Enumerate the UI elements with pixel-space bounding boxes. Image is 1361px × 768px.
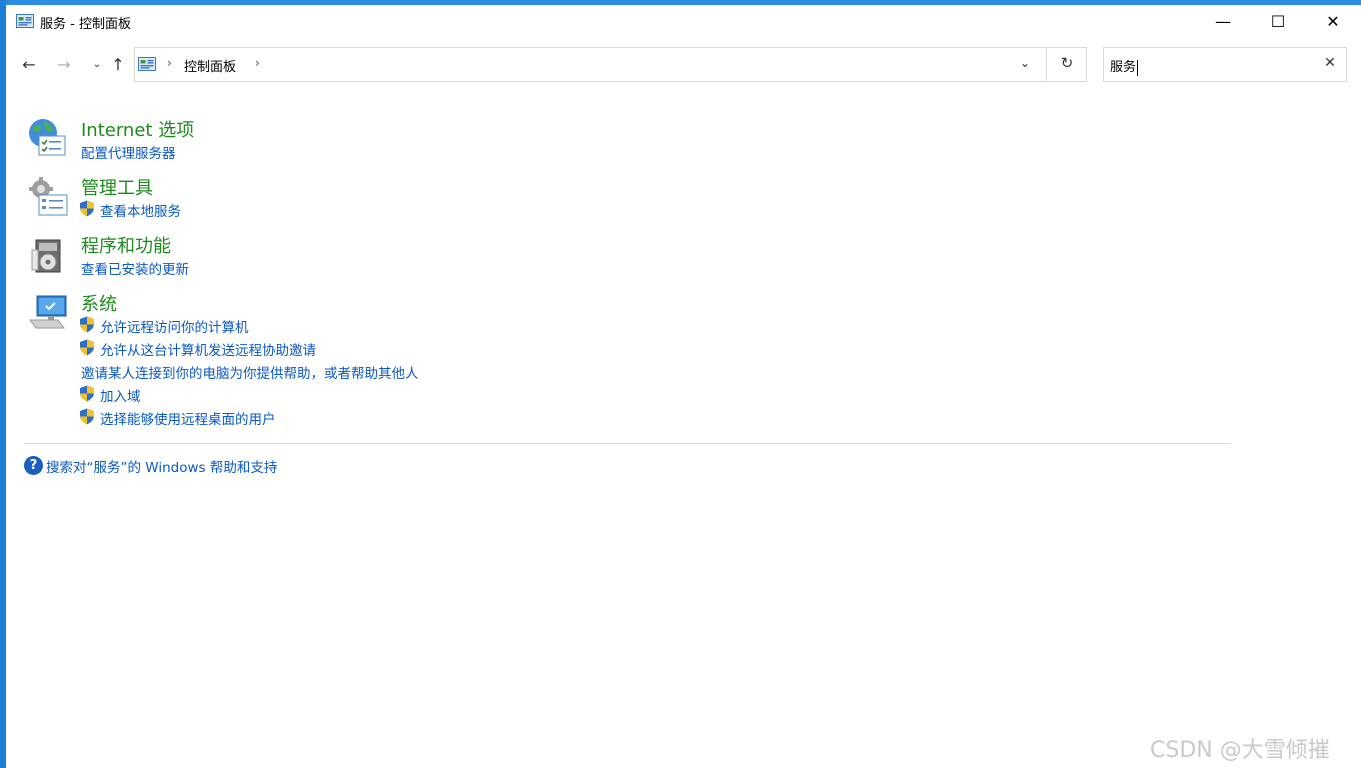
breadcrumb-separator-icon[interactable]: › — [167, 56, 172, 70]
control-panel-icon — [16, 14, 34, 28]
chevron-down-icon: ⌄ — [92, 58, 102, 70]
link-allow-remote-access[interactable]: 允许远程访问你的计算机 — [100, 316, 249, 336]
link-invite-someone-help[interactable]: 邀请某人连接到你的电脑为你提供帮助，或者帮助其他人 — [81, 362, 419, 382]
address-bar[interactable]: › 控制面板 › ⌄ ↻ — [134, 47, 1087, 82]
control-panel-icon — [138, 57, 156, 71]
forward-arrow-icon: → — [57, 54, 71, 74]
up-arrow-icon: ↑ — [111, 54, 125, 74]
text-caret — [1137, 59, 1139, 76]
recent-locations-button[interactable]: ⌄ — [86, 53, 108, 75]
refresh-button[interactable]: ↻ — [1055, 54, 1079, 74]
back-button[interactable]: ← — [18, 53, 40, 75]
window-frame-left — [0, 0, 6, 768]
link-send-remote-assistance[interactable]: 允许从这台计算机发送远程协助邀请 — [100, 339, 316, 359]
uac-shield-icon — [80, 200, 94, 217]
category-title-admin-tools[interactable]: 管理工具 — [81, 174, 153, 200]
link-windows-help-support[interactable]: 搜索对“服务”的 Windows 帮助和支持 — [46, 456, 277, 476]
breadcrumb-control-panel[interactable]: 控制面板 — [184, 56, 236, 75]
watermark: CSDN @大雪倾摧 — [1150, 738, 1330, 763]
link-configure-proxy[interactable]: 配置代理服务器 — [81, 142, 176, 162]
search-value[interactable]: 服务 — [1110, 56, 1139, 76]
link-view-local-services[interactable]: 查看本地服务 — [100, 200, 181, 220]
uac-shield-icon — [80, 408, 94, 425]
internet-options-icon[interactable] — [26, 117, 66, 157]
minimize-icon: — — [1215, 11, 1231, 31]
up-button[interactable]: ↑ — [107, 53, 129, 75]
clear-search-icon[interactable]: ✕ — [1321, 55, 1339, 73]
search-input[interactable]: 服务 ✕ — [1103, 47, 1347, 82]
link-view-installed-updates[interactable]: 查看已安装的更新 — [81, 258, 189, 278]
close-button[interactable]: ✕ — [1310, 5, 1356, 37]
address-dropdown-icon[interactable]: ⌄ — [1020, 56, 1036, 72]
title-bar[interactable]: 服务 - 控制面板 — ☐ ✕ — [6, 5, 1361, 41]
admin-tools-icon[interactable] — [28, 176, 68, 216]
address-divider — [1046, 48, 1047, 81]
close-icon: ✕ — [1326, 11, 1340, 31]
back-arrow-icon: ← — [22, 54, 36, 74]
programs-features-icon[interactable] — [30, 236, 70, 276]
maximize-icon: ☐ — [1270, 11, 1286, 31]
uac-shield-icon — [80, 385, 94, 402]
window-title: 服务 - 控制面板 — [40, 17, 131, 32]
forward-button[interactable]: → — [53, 53, 75, 75]
minimize-button[interactable]: — — [1200, 5, 1246, 37]
system-icon[interactable] — [28, 293, 68, 333]
link-select-remote-desktop-users[interactable]: 选择能够使用远程桌面的用户 — [100, 408, 276, 428]
search-text: 服务 — [1110, 60, 1137, 75]
results-divider — [24, 443, 1231, 444]
link-join-domain[interactable]: 加入域 — [100, 385, 141, 405]
maximize-button[interactable]: ☐ — [1255, 5, 1301, 37]
uac-shield-icon — [80, 316, 94, 333]
help-icon[interactable]: ? — [24, 456, 43, 475]
breadcrumb-separator-icon[interactable]: › — [255, 56, 260, 70]
category-title-programs-features[interactable]: 程序和功能 — [81, 232, 171, 258]
navigation-bar: ← → ⌄ ↑ › 控制面板 › ⌄ ↻ 服务 ✕ — [6, 44, 1361, 86]
category-title-system[interactable]: 系统 — [81, 290, 117, 316]
uac-shield-icon — [80, 339, 94, 356]
category-title-internet-options[interactable]: Internet 选项 — [81, 116, 194, 142]
